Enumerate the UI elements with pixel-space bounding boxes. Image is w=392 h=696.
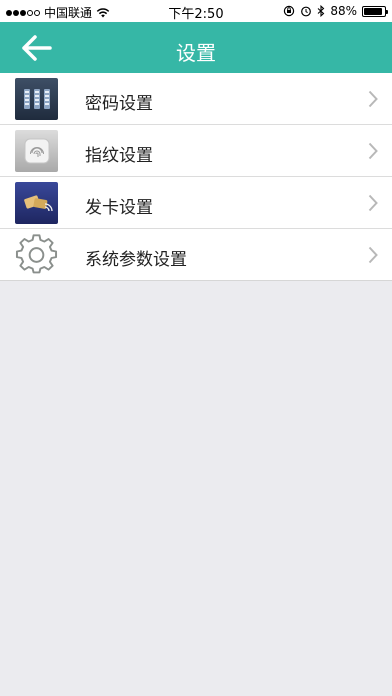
bluetooth-icon [317, 5, 325, 17]
page-title: 设置 [176, 41, 216, 65]
battery-icon [362, 5, 388, 17]
navigation-bar: 设置 [0, 22, 392, 73]
chevron-right-icon [368, 194, 378, 212]
settings-item-card[interactable]: 发卡设置 [0, 177, 392, 229]
status-bar: 中国联通 下午2:50 88% [0, 0, 392, 22]
battery-fill [364, 7, 382, 15]
settings-item-label: 密码设置 [85, 94, 153, 114]
settings-item-password[interactable]: 密码设置 [0, 73, 392, 125]
chevron-right-icon [368, 246, 378, 264]
chevron-right-icon [368, 142, 378, 160]
keypad-icon [15, 78, 58, 120]
chevron-right-icon [368, 90, 378, 108]
rotation-lock-icon [284, 5, 295, 17]
settings-item-label: 发卡设置 [85, 198, 153, 218]
alarm-icon [301, 6, 312, 17]
settings-item-label: 指纹设置 [85, 146, 153, 166]
gear-icon [15, 234, 58, 276]
settings-list: 密码设置 指纹设置 发卡设置 系统参数设置 [0, 73, 392, 281]
status-right: 88% [283, 4, 388, 18]
settings-item-label: 系统参数设置 [85, 250, 187, 270]
card-icon [15, 182, 58, 224]
fingerprint-icon [15, 130, 58, 172]
settings-item-system-params[interactable]: 系统参数设置 [0, 229, 392, 281]
settings-item-fingerprint[interactable]: 指纹设置 [0, 125, 392, 177]
battery-percent: 88% [330, 4, 357, 18]
